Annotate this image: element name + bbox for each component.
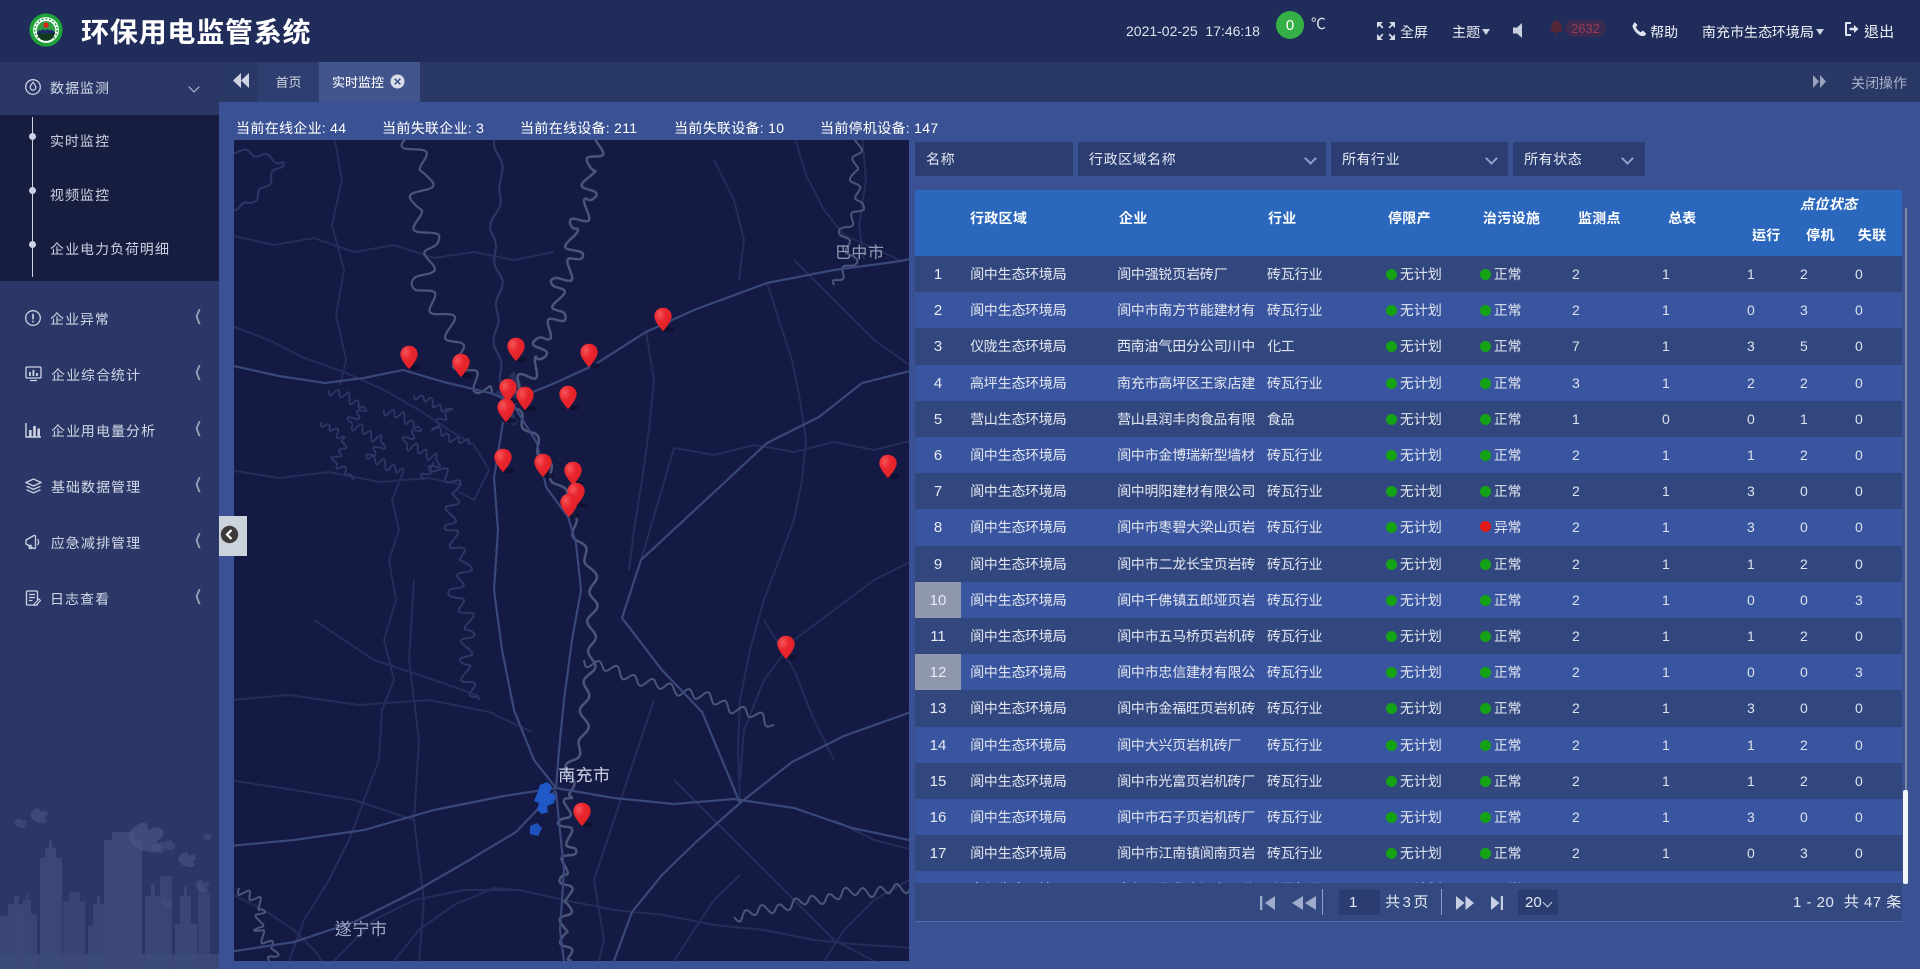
svg-text:遂宁市: 遂宁市: [335, 919, 388, 939]
svg-text:巴中市: 巴中市: [835, 243, 885, 262]
svg-text:南充市: 南充市: [558, 765, 611, 785]
